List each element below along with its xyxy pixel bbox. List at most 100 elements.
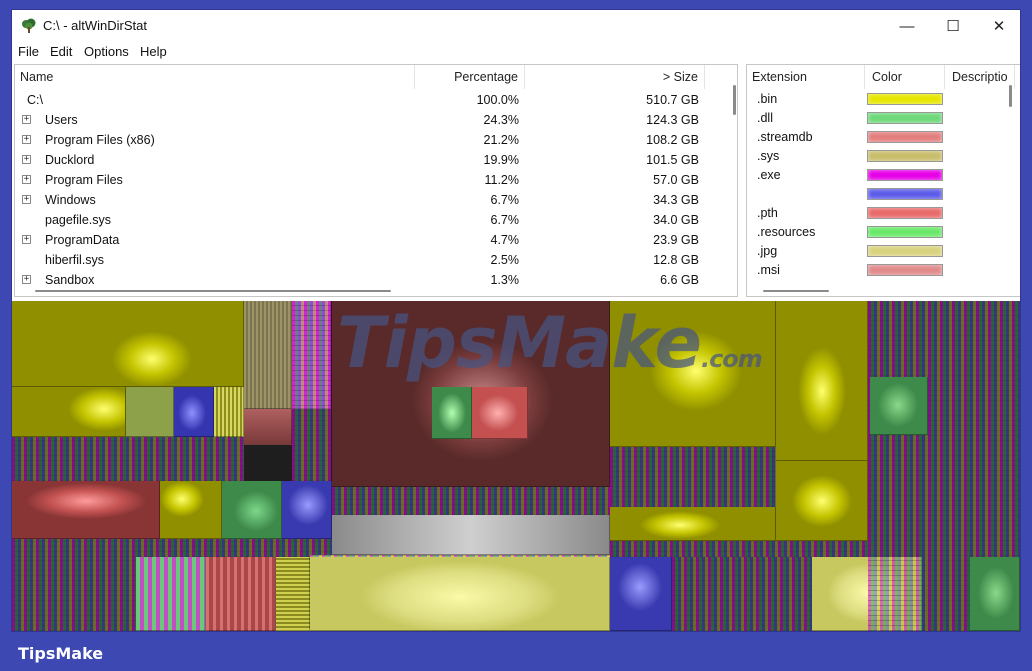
extension-row[interactable]: .msi [747,260,1015,280]
treemap-tile[interactable] [174,387,214,437]
close-button[interactable]: ✕ [976,10,1020,42]
menu-file[interactable]: File [18,44,39,59]
treemap-tile[interactable] [136,557,206,631]
treemap-tile[interactable] [970,557,1020,631]
treemap-tile[interactable] [222,481,282,539]
expand-toggle-icon[interactable]: + [22,195,31,204]
column-header-size[interactable]: > Size [525,65,705,89]
extension-row[interactable]: .resources [747,222,1015,242]
extension-row[interactable]: .bin [747,89,1015,109]
extension-row[interactable]: .dll [747,108,1015,128]
menu-edit[interactable]: Edit [50,44,72,59]
treemap-tile[interactable] [310,557,610,631]
treemap-tile[interactable] [12,301,244,387]
treemap-tile[interactable] [870,377,928,435]
extension-row[interactable] [747,184,1015,204]
extension-list-pane[interactable]: Extension Color Descriptio .bin .dll .stre… [746,64,1020,297]
treemap-tile[interactable] [244,409,292,445]
tree-row-name: Windows [45,193,96,207]
treemap-tile[interactable] [12,481,160,539]
treemap-tile[interactable] [206,557,276,631]
extension-color-swatch [867,226,943,238]
treemap-tile[interactable] [672,557,812,631]
expand-toggle-icon[interactable]: + [22,135,31,144]
treemap-tile[interactable] [12,387,126,437]
tree-row[interactable]: + Sandbox 1.3% 6.6 GB [15,270,715,290]
tree-row[interactable]: + Windows 6.7% 34.3 GB [15,190,715,210]
treemap-tile[interactable] [12,539,332,557]
treemap-tile[interactable] [126,387,174,437]
tree-row-name: pagefile.sys [45,213,112,227]
treemap-tile[interactable] [776,461,868,541]
tree-row-name: Program Files (x86) [45,133,155,147]
tree-row-percentage: 24.3% [483,113,519,127]
column-header-percentage[interactable]: Percentage [415,65,525,89]
extension-color-swatch [867,207,943,219]
treemap-tile[interactable] [160,481,222,539]
extension-row[interactable]: .streamdb [747,127,1015,147]
treemap-tile[interactable] [472,387,528,439]
tree-vertical-scrollbar[interactable] [733,85,736,115]
expand-toggle-icon[interactable]: + [22,235,31,244]
treemap-tile[interactable] [610,447,776,507]
treemap-tile[interactable] [292,301,331,481]
expand-toggle-icon[interactable]: + [22,175,31,184]
treemap-tile[interactable] [214,387,244,437]
extension-row[interactable]: .exe [747,165,1015,185]
extension-row[interactable]: .pth [747,203,1015,223]
treemap-tile[interactable] [610,541,868,557]
ext-vertical-scrollbar[interactable] [1009,85,1012,107]
expand-toggle-icon[interactable]: + [22,155,31,164]
extension-row[interactable]: .sys [747,146,1015,166]
tree-row-name: Ducklord [45,153,95,167]
treemap-tile[interactable] [276,557,310,631]
tree-row[interactable]: + Users 24.3% 124.3 GB [15,110,715,130]
title-bar[interactable]: C:\ - altWinDirStat — ☐ ✕ [12,10,1020,42]
column-header-color[interactable]: Color [865,65,945,89]
treemap-tile[interactable] [610,557,672,631]
maximize-button[interactable]: ☐ [930,10,976,42]
tree-row-size: 510.7 GB [646,93,699,107]
expand-toggle-icon[interactable]: + [22,115,31,124]
tree-row-name: Users [45,113,78,127]
tree-row[interactable]: + Program Files 11.2% 57.0 GB [15,170,715,190]
directory-tree-pane[interactable]: Name Percentage > Size C:\ 100.0% 510.7 GB… [14,64,738,297]
treemap-tile[interactable] [610,507,776,541]
tree-row[interactable]: hiberfil.sys 2.5% 12.8 GB [15,250,715,270]
tree-row-size: 12.8 GB [653,253,699,267]
menu-options[interactable]: Options [84,44,129,59]
tree-row-percentage: 19.9% [483,153,519,167]
extension-color-swatch [867,245,943,257]
tree-row[interactable]: + Ducklord 19.9% 101.5 GB [15,150,715,170]
tree-row[interactable]: + ProgramData 4.7% 23.9 GB [15,230,715,250]
menu-help[interactable]: Help [140,44,167,59]
ext-horizontal-scrollbar[interactable] [763,290,829,292]
treemap-tile[interactable] [332,515,610,555]
treemap-tile[interactable] [282,481,332,539]
tree-row-size: 108.2 GB [646,133,699,147]
extension-name: .dll [757,111,773,125]
treemap-tile[interactable] [12,557,136,631]
minimize-button[interactable]: — [884,10,930,42]
treemap-tile[interactable] [244,301,292,409]
column-header-description[interactable]: Descriptio [945,65,1015,89]
tree-horizontal-scrollbar[interactable] [35,290,391,292]
treemap-tile[interactable] [432,387,472,439]
column-header-extension[interactable]: Extension [747,65,865,89]
extension-name: .exe [757,168,781,182]
tree-row-size: 23.9 GB [653,233,699,247]
treemap-tile[interactable] [776,301,868,461]
tree-row[interactable]: pagefile.sys 6.7% 34.0 GB [15,210,715,230]
treemap-tile[interactable] [332,487,610,515]
treemap-tile[interactable] [12,437,244,481]
tree-app-icon [22,18,36,33]
tree-row-percentage: 6.7% [490,213,520,227]
extension-row[interactable]: .jpg [747,241,1015,261]
tree-row-percentage: 2.5% [490,253,520,267]
extension-color-swatch [867,93,943,105]
expand-toggle-icon[interactable]: + [22,275,31,284]
tree-row[interactable]: C:\ 100.0% 510.7 GB [15,90,715,110]
column-header-name[interactable]: Name [15,65,415,89]
extension-color-swatch [867,188,943,200]
tree-row[interactable]: + Program Files (x86) 21.2% 108.2 GB [15,130,715,150]
